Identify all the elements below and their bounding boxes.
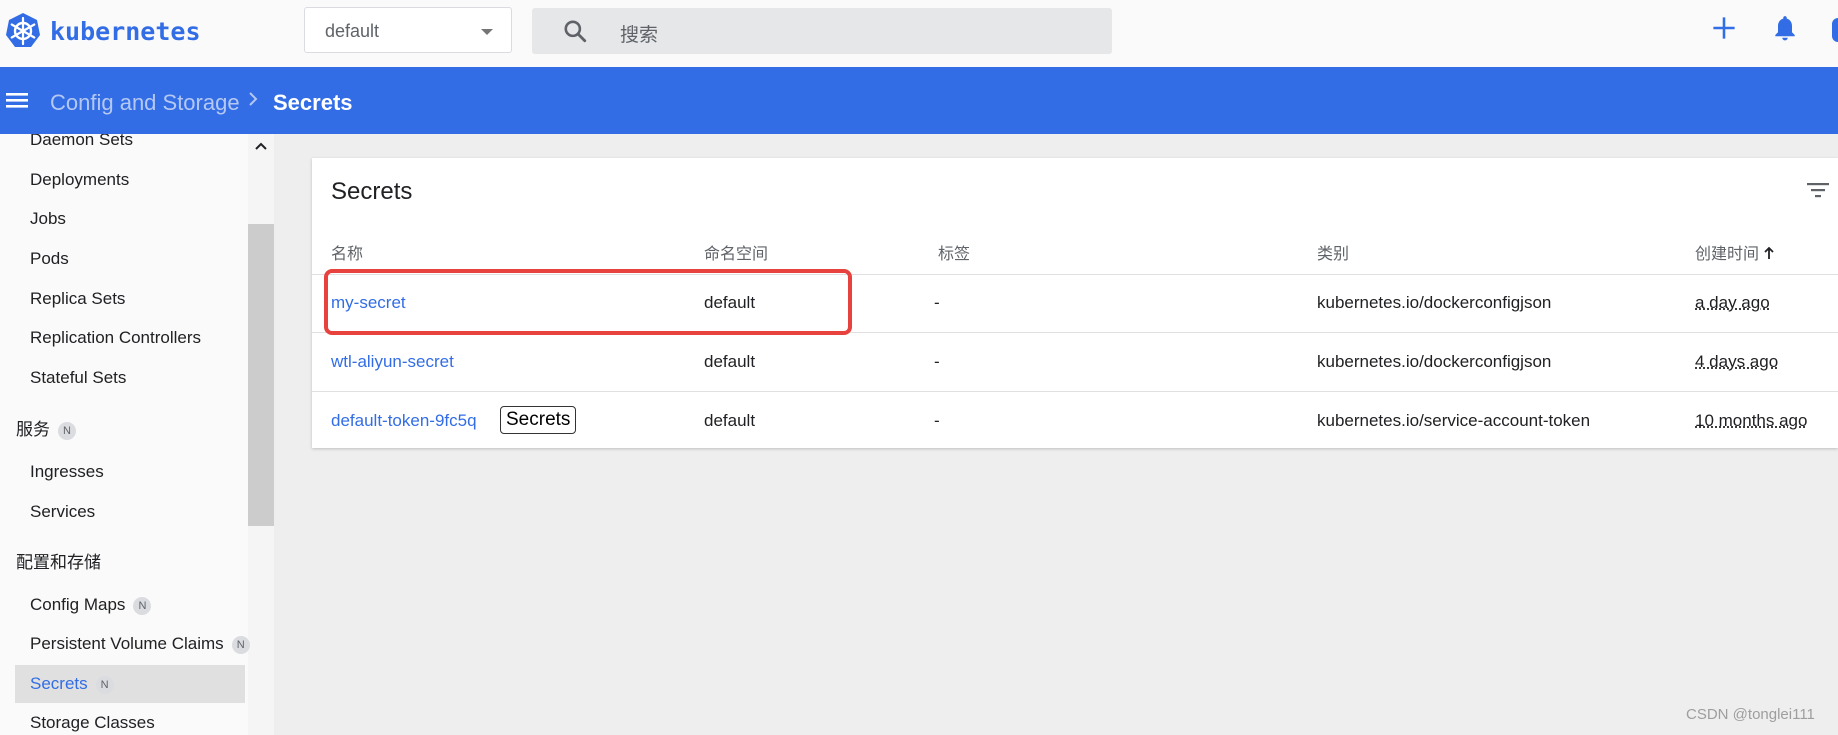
chevron-up-icon[interactable] bbox=[254, 140, 268, 152]
column-header-created-label: 创建时间 bbox=[1695, 246, 1760, 263]
secret-namespace: default bbox=[704, 411, 756, 430]
filter-icon[interactable] bbox=[1806, 180, 1830, 200]
sidebar-item-stateful-sets[interactable]: Stateful Sets bbox=[30, 368, 126, 388]
search-bar[interactable]: 搜索 bbox=[532, 8, 1112, 54]
breadcrumb-parent[interactable]: Config and Storage bbox=[50, 90, 240, 116]
search-placeholder[interactable]: 搜索 bbox=[620, 20, 658, 47]
notifications-bell-icon[interactable] bbox=[1772, 14, 1798, 42]
sidebar-item-label: Persistent Volume Claims bbox=[30, 634, 224, 653]
secret-age: 4 days ago bbox=[1695, 352, 1779, 371]
secret-name-link[interactable]: wtl-aliyun-secret bbox=[331, 352, 454, 372]
sidebar-item-label: Secrets bbox=[30, 674, 88, 693]
namespace-select[interactable]: default bbox=[304, 7, 512, 53]
sidebar-section-config-storage[interactable]: 配置和存储 bbox=[16, 548, 101, 573]
sidebar-item-ingresses[interactable]: Ingresses bbox=[30, 462, 104, 482]
secret-type: kubernetes.io/service-account-token bbox=[1317, 411, 1591, 430]
secret-age: 10 months ago bbox=[1695, 411, 1808, 430]
sidebar-item-pods[interactable]: Pods bbox=[30, 249, 69, 269]
secret-name-link[interactable]: default-token-9fc5q bbox=[331, 411, 477, 431]
sidebar-item-persistent-volume-claims[interactable]: Persistent Volume Claims N bbox=[30, 634, 250, 654]
namespaced-badge: N bbox=[231, 636, 250, 654]
namespace-value: default bbox=[325, 21, 380, 41]
sidebar-item-jobs[interactable]: Jobs bbox=[30, 209, 66, 229]
secret-labels: - bbox=[934, 411, 940, 430]
logo-text: kubernetes bbox=[50, 16, 201, 46]
sidebar-section-services[interactable]: 服务 N bbox=[16, 415, 76, 440]
breadcrumb-current: Secrets bbox=[273, 90, 353, 115]
add-resource-icon[interactable] bbox=[1710, 14, 1738, 42]
menu-icon[interactable] bbox=[5, 90, 29, 110]
kubernetes-logo[interactable]: kubernetes bbox=[4, 12, 201, 50]
column-header-labels: 标签 bbox=[938, 246, 971, 263]
column-header-type[interactable]: 类别 bbox=[1317, 240, 1349, 264]
scrollbar-thumb[interactable] bbox=[248, 224, 274, 526]
row-divider bbox=[312, 391, 1838, 392]
column-header-namespace[interactable]: 命名空间 bbox=[704, 240, 768, 264]
chevron-right-icon bbox=[249, 92, 258, 106]
tooltip: Secrets bbox=[500, 406, 577, 434]
annotation-highlight-box bbox=[324, 269, 852, 335]
secret-age: a day ago bbox=[1695, 293, 1770, 312]
sidebar-item-replica-sets[interactable]: Replica Sets bbox=[30, 289, 125, 309]
search-icon bbox=[564, 20, 587, 43]
sidebar-item-storage-classes[interactable]: Storage Classes bbox=[30, 713, 155, 733]
sidebar-item-daemon-sets[interactable]: Daemon Sets bbox=[30, 134, 133, 150]
namespaced-badge: N bbox=[133, 597, 152, 615]
secret-namespace: default bbox=[704, 352, 756, 371]
sidebar-item-deployments[interactable]: Deployments bbox=[30, 170, 129, 190]
secret-type: kubernetes.io/dockerconfigjson bbox=[1317, 352, 1552, 371]
card-title: Secrets bbox=[331, 178, 413, 205]
sidebar-item-replication-controllers[interactable]: Replication Controllers bbox=[30, 328, 201, 348]
sort-ascending-icon bbox=[1764, 246, 1775, 259]
secret-labels: - bbox=[934, 352, 940, 371]
sidebar-item-services[interactable]: Services bbox=[30, 502, 95, 522]
page-header: Config and Storage Secrets bbox=[0, 67, 1838, 134]
kubernetes-wheel-icon bbox=[6, 13, 40, 47]
namespaced-badge: N bbox=[95, 676, 114, 694]
secret-type: kubernetes.io/dockerconfigjson bbox=[1317, 293, 1552, 312]
top-bar: kubernetes default 搜索 bbox=[0, 0, 1838, 67]
namespaced-badge: N bbox=[58, 422, 76, 440]
sidebar-item-secrets[interactable]: Secrets N bbox=[30, 674, 114, 694]
watermark: CSDN @tonglei111 bbox=[1686, 706, 1815, 723]
sidebar-item-label: Config Maps bbox=[30, 595, 126, 614]
sidebar-item-config-maps[interactable]: Config Maps N bbox=[30, 595, 152, 615]
column-header-name[interactable]: 名称 bbox=[331, 240, 363, 264]
sidebar: Daemon Sets Deployments Jobs Pods Replic… bbox=[0, 134, 274, 735]
section-label: 服务 bbox=[16, 420, 50, 439]
column-header-created[interactable]: 创建时间 bbox=[1695, 240, 1775, 264]
secret-labels: - bbox=[934, 293, 940, 312]
dropdown-arrow-icon bbox=[481, 29, 493, 35]
user-menu-icon[interactable] bbox=[1832, 18, 1838, 42]
